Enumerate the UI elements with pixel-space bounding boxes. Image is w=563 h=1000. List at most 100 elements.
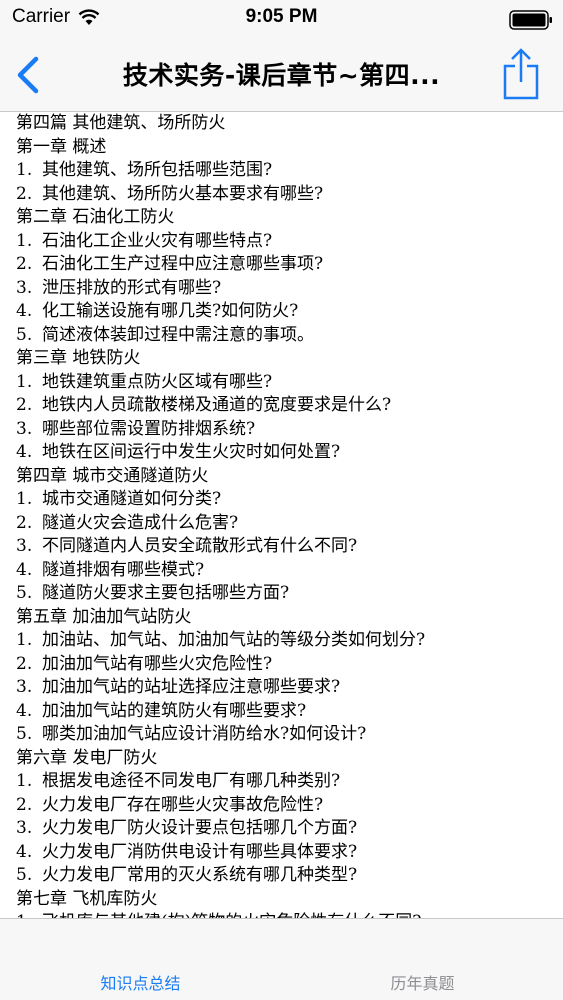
tab-past-exams[interactable]: 历年真题 [282,970,563,994]
question-item: 1. 加油站、加气站、加油加气站的等级分类如何划分? [16,629,563,653]
question-item: 3. 不同隧道内人员安全疏散形式有什么不同? [16,535,563,559]
line-text: 隧道火灾会造成什么危害? [42,512,239,533]
item-number: 1. [16,160,33,180]
line-text: 加油站、加气站、加油加气站的等级分类如何划分? [42,630,426,650]
item-number: 1. [16,371,33,392]
item-number: 4. [16,559,33,580]
item-number: 4. [16,442,33,462]
question-item: 1. 石油化工企业火灾有哪些特点? [16,230,563,254]
line-text: 地铁在区间运行中发生火灾时如何处置? [42,442,341,462]
item-number: 1. [16,630,33,650]
line-text: 哪类加油加气站应设计消防给水?如何设计? [42,724,367,744]
line-text: 根据发电途径不同发电厂有哪几种类别? [42,771,341,791]
question-item: 1. 根据发电途径不同发电厂有哪几种类别? [16,770,563,794]
question-item: 4. 化工输送设施有哪几类?如何防火? [16,300,563,324]
line-text: 火力发电厂防火设计要点包括哪几个方面? [42,818,358,838]
chapter-heading: 第四章 城市交通隧道防火 [16,465,563,489]
line-text: 化工输送设施有哪几类?如何防火? [42,301,299,321]
back-chevron-icon[interactable] [10,52,50,98]
line-text: 第五章 加油加气站防火 [16,606,192,627]
item-number: 1. [16,489,33,509]
line-text: 城市交通隧道如何分类? [42,489,222,509]
item-number: 5. [16,583,33,603]
line-text: 第四篇 其他建筑、场所防火 [16,113,226,133]
line-text: 地铁建筑重点防火区域有哪些? [42,371,273,392]
line-text: 加油加气站有哪些火灾危险性? [42,653,273,674]
question-item: 4. 隧道排烟有哪些模式? [16,559,563,583]
item-number: 3. [16,818,33,838]
question-item: 5. 简述液体装卸过程中需注意的事项。 [16,324,563,348]
line-text: 火力发电厂常用的灭火系统有哪几种类型? [42,865,358,885]
share-icon[interactable] [501,46,541,102]
line-text: 第二章 石油化工防火 [16,207,175,227]
question-item: 2. 火力发电厂存在哪些火灾事故危险性? [16,794,563,818]
line-text: 不同隧道内人员安全疏散形式有什么不同? [42,536,358,556]
navigation-bar: 技术实务-课后章节~第四... [0,40,563,112]
battery-icon [509,10,552,30]
chapter-heading: 第一章 概述 [16,136,563,160]
question-item: 1. 其他建筑、场所包括哪些范围? [16,159,563,183]
clock: 9:05 PM [245,6,318,27]
question-item: 4. 火力发电厂消防供电设计有哪些具体要求? [16,841,563,865]
item-number: 3. [16,536,33,556]
question-item: 1. 城市交通隧道如何分类? [16,488,563,512]
item-number: 3. [16,677,33,697]
line-text: 泄压排放的形式有哪些? [42,277,222,298]
line-text: 石油化工生产过程中应注意哪些事项? [42,254,324,274]
question-item: 2. 其他建筑、场所防火基本要求有哪些? [16,183,563,207]
chapter-heading: 第二章 石油化工防火 [16,206,563,230]
question-item: 2. 隧道火灾会造成什么危害? [16,512,563,536]
page-title: 技术实务-课后章节~第四... [122,61,441,90]
question-item: 2. 地铁内人员疏散楼梯及通道的宽度要求是什么? [16,394,563,418]
question-item: 2. 石油化工生产过程中应注意哪些事项? [16,253,563,277]
question-item: 4. 加油加气站的建筑防火有哪些要求? [16,700,563,724]
line-text: 第四章 城市交通隧道防火 [16,465,209,486]
item-number: 2. [16,794,33,815]
item-number: 1. [16,911,42,918]
question-item: 1. 地铁建筑重点防火区域有哪些? [16,371,563,395]
line-text: 哪些部位需设置防排烟系统? [42,418,256,439]
item-number: 3. [16,277,33,298]
line-text: 简述液体装卸过程中需注意的事项。 [42,324,314,345]
chapter-heading: 第五章 加油加气站防火 [16,606,563,630]
line-text: 加油加气站的建筑防火有哪些要求? [42,700,307,721]
item-number: 4. [16,700,33,721]
question-item: 3. 泄压排放的形式有哪些? [16,277,563,301]
line-text: 火力发电厂存在哪些火灾事故危险性? [42,794,324,815]
line-text: 火力发电厂消防供电设计有哪些具体要求? [42,841,358,862]
line-text: 第三章 地铁防火 [16,348,141,368]
line-text: 加油加气站的站址选择应注意哪些要求? [42,677,341,697]
question-item: 3. 加油加气站的站址选择应注意哪些要求? [16,676,563,700]
item-number: 5. [16,724,33,744]
question-item: 5. 隧道防火要求主要包括哪些方面? [16,582,563,606]
line-text: 石油化工企业火灾有哪些特点? [42,230,273,251]
line-text: 其他建筑、场所防火基本要求有哪些? [42,183,324,204]
item-number: 1. [16,230,33,251]
document-content[interactable]: 第四篇 其他建筑、场所防火 第一章 概述 1. 其他建筑、场所包括哪些范围? 2. 其他建… [0,112,563,918]
chapter-heading: 第四篇 其他建筑、场所防火 [16,112,563,136]
tab-bar: 知识点总结 历年真题 [0,918,563,1000]
line-text: 隧道排烟有哪些模式? [42,559,205,580]
item-number: 4. [16,841,33,862]
chapter-heading: 第七章 飞机库防火 [16,888,563,912]
item-number: 2. [16,395,33,415]
item-number: 3. [16,418,33,439]
tab-knowledge-summary[interactable]: 知识点总结 [0,970,281,994]
item-number: 5. [16,324,33,345]
question-item: 2. 加油加气站有哪些火灾危险性? [16,653,563,677]
item-number: 2. [16,254,33,274]
chapter-heading: 第六章 发电厂防火 [16,747,563,771]
line-text: 第六章 发电厂防火 [16,747,158,768]
question-item: 4. 地铁在区间运行中发生火灾时如何处置? [16,441,563,465]
question-item: 1.飞机库与其他建(构)筑物的火灾危险性有什么不同? [16,911,563,918]
line-text: 第一章 概述 [16,136,107,157]
question-item: 3. 哪些部位需设置防排烟系统? [16,418,563,442]
item-number: 4. [16,301,33,321]
line-text: 地铁内人员疏散楼梯及通道的宽度要求是什么? [42,395,392,415]
line-text: 第七章 飞机库防火 [16,888,158,909]
question-item: 5. 哪类加油加气站应设计消防给水?如何设计? [16,723,563,747]
line-text: 隧道防火要求主要包括哪些方面? [42,583,290,603]
question-item: 5. 火力发电厂常用的灭火系统有哪几种类型? [16,864,563,888]
item-number: 2. [16,512,33,533]
item-number: 1. [16,771,33,791]
